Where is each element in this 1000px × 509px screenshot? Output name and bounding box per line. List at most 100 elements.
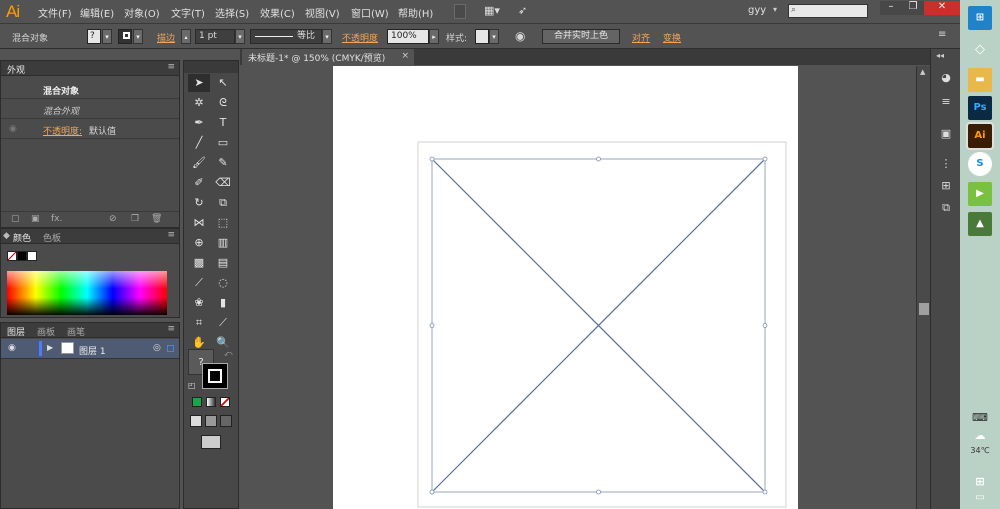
direct-selection-tool-icon[interactable]: ↖ xyxy=(212,74,234,92)
artboard-tool-icon[interactable]: ⌗ xyxy=(188,314,210,332)
menu-help[interactable]: 帮助(H) xyxy=(398,5,433,20)
color-spectrum[interactable] xyxy=(7,271,167,315)
draw-behind-icon[interactable] xyxy=(205,415,217,427)
opacity-dropdown-icon[interactable]: ▸ xyxy=(429,29,439,44)
taskbar-nav-icon[interactable]: ◇ xyxy=(968,38,992,62)
rectangle-tool-icon[interactable]: ▭ xyxy=(212,134,234,152)
transform-link[interactable]: 变换 xyxy=(663,31,681,44)
profile-dropdown-icon[interactable]: ▾ xyxy=(322,29,332,44)
screen-mode-icon[interactable] xyxy=(201,435,221,449)
menu-object[interactable]: 对象(O) xyxy=(124,5,160,20)
close-window-button[interactable]: ✕ xyxy=(924,1,960,15)
duplicate-item-icon[interactable]: ❐ xyxy=(131,214,139,224)
minimize-button[interactable]: – xyxy=(880,1,902,15)
merge-live-paint-button[interactable]: 合并实时上色 xyxy=(542,29,620,44)
collapse-arrows-icon[interactable]: ◆ xyxy=(3,231,10,241)
delete-item-icon[interactable]: 🗑 xyxy=(151,214,162,224)
expand-layer-icon[interactable]: ▶ xyxy=(47,343,53,352)
menu-window[interactable]: 窗口(W) xyxy=(351,5,389,20)
lasso-tool-icon[interactable]: ᘓ xyxy=(212,94,234,112)
pencil-tool-icon[interactable]: ✎ xyxy=(212,154,234,172)
notification-icon[interactable]: ▭ xyxy=(968,490,992,506)
opacity-link[interactable]: 不透明度 xyxy=(342,31,378,44)
tab-swatches[interactable]: 色板 xyxy=(43,231,61,244)
tab-brushes[interactable]: 画笔 xyxy=(67,325,85,338)
menu-file[interactable]: 文件(F) xyxy=(38,5,72,20)
color-guide-icon[interactable]: ◕ xyxy=(938,71,954,85)
opacity-input[interactable]: 100% xyxy=(387,29,429,44)
menu-view[interactable]: 视图(V) xyxy=(305,5,340,20)
swap-fill-stroke-icon[interactable]: ⤺ xyxy=(224,349,233,359)
appearance-row-object[interactable]: 混合对象 xyxy=(1,80,179,99)
layers-panel-menu-icon[interactable]: ≡ xyxy=(167,324,175,334)
gpu-rocket-icon[interactable]: ➶ xyxy=(518,4,532,19)
align-link[interactable]: 对齐 xyxy=(632,31,650,44)
perspective-grid-tool-icon[interactable]: ▥ xyxy=(212,234,234,252)
bridge-icon[interactable] xyxy=(454,4,466,19)
gradient-panel-icon[interactable]: ▣ xyxy=(938,127,954,141)
eyedropper-tool-icon[interactable]: ⟋ xyxy=(188,274,210,292)
stroke-weight-input[interactable]: 1 pt xyxy=(195,29,235,44)
stroke-dropdown-icon[interactable]: ▾ xyxy=(133,29,143,44)
search-input[interactable]: ⌕ xyxy=(788,4,868,18)
vertical-scrollbar[interactable]: ▲ xyxy=(916,66,930,509)
image-viewer-icon[interactable]: ▲ xyxy=(968,212,992,236)
column-graph-tool-icon[interactable]: ▮ xyxy=(212,294,234,312)
default-fill-stroke-icon[interactable]: ◰ xyxy=(188,381,196,390)
menu-edit[interactable]: 编辑(E) xyxy=(80,5,114,20)
scroll-up-icon[interactable]: ▲ xyxy=(920,68,925,76)
iqiyi-app-icon[interactable]: ▶ xyxy=(968,182,992,206)
layer-name[interactable]: 图层 1 xyxy=(79,344,106,357)
menu-type[interactable]: 文字(T) xyxy=(171,5,205,20)
stroke-indicator[interactable] xyxy=(202,363,228,389)
graphic-style-swatch[interactable] xyxy=(475,29,489,44)
stroke-link[interactable]: 描边 xyxy=(157,31,175,44)
style-dropdown-icon[interactable]: ▾ xyxy=(489,29,499,44)
eraser-tool-icon[interactable]: ⌫ xyxy=(212,174,234,192)
stroke-panel-icon[interactable]: ≡ xyxy=(938,95,954,109)
stroke-weight-dropdown-icon[interactable]: ▾ xyxy=(235,29,245,44)
tools-panel-header[interactable] xyxy=(184,61,238,73)
align-panel-icon[interactable]: ⋮ xyxy=(938,157,954,171)
shape-builder-tool-icon[interactable]: ⊕ xyxy=(188,234,210,252)
line-segment-tool-icon[interactable]: ╱ xyxy=(188,134,210,152)
keyboard-icon[interactable]: ⌨ xyxy=(968,406,992,430)
pen-tool-icon[interactable]: ✒ xyxy=(188,114,210,132)
workspace-name[interactable]: gyy xyxy=(748,5,766,16)
fill-dropdown-icon[interactable]: ▾ xyxy=(102,29,112,44)
visibility-eye-icon[interactable]: ◉ xyxy=(9,124,17,134)
width-tool-icon[interactable]: ⋈ xyxy=(188,214,210,232)
draw-inside-icon[interactable] xyxy=(220,415,232,427)
layer-target-icon[interactable]: ◎ xyxy=(153,343,161,353)
menu-select[interactable]: 选择(S) xyxy=(215,5,249,20)
transform-panel-icon[interactable]: ⊞ xyxy=(938,179,954,193)
pathfinder-panel-icon[interactable]: ⧉ xyxy=(938,201,954,215)
tab-appearance[interactable]: 外观 xyxy=(7,63,25,76)
recolor-artwork-icon[interactable]: ◉ xyxy=(515,29,525,43)
draw-normal-icon[interactable] xyxy=(190,415,202,427)
white-swatch[interactable] xyxy=(27,251,37,261)
restore-button[interactable]: ❐ xyxy=(902,1,924,15)
slice-tool-icon[interactable]: ⟋ xyxy=(212,314,234,332)
mesh-tool-icon[interactable]: ▩ xyxy=(188,254,210,272)
type-tool-icon[interactable]: T xyxy=(212,114,234,132)
free-transform-tool-icon[interactable]: ⬚ xyxy=(212,214,234,232)
appearance-row-blend[interactable]: 混合外观 xyxy=(1,100,179,119)
fill-swatch[interactable]: ? xyxy=(87,29,101,44)
selection-tool-icon[interactable]: ➤ xyxy=(188,74,210,92)
color-panel-menu-icon[interactable]: ≡ xyxy=(167,230,175,240)
arrange-documents-icon[interactable]: ▦▾ xyxy=(484,4,508,19)
panel-menu-icon[interactable]: ≡ xyxy=(167,62,175,72)
none-mode-button[interactable] xyxy=(220,397,230,407)
appearance-row-opacity[interactable]: ◉ 不透明度: 默认值 xyxy=(1,120,179,139)
black-swatch[interactable] xyxy=(17,251,27,261)
layer-selection-indicator[interactable] xyxy=(167,345,174,352)
document-tab[interactable]: 未标题-1* @ 150% (CMYK/预览) × xyxy=(242,49,414,65)
gradient-tool-icon[interactable]: ▤ xyxy=(212,254,234,272)
variable-width-profile[interactable]: 等比 xyxy=(250,29,322,44)
scale-tool-icon[interactable]: ⧉ xyxy=(212,194,234,212)
tab-color[interactable]: 颜色 xyxy=(13,231,31,244)
paintbrush-tool-icon[interactable]: 🖌 xyxy=(188,154,210,172)
tab-artboards[interactable]: 画板 xyxy=(37,325,55,338)
new-fill-icon[interactable]: ▣ xyxy=(31,214,40,224)
